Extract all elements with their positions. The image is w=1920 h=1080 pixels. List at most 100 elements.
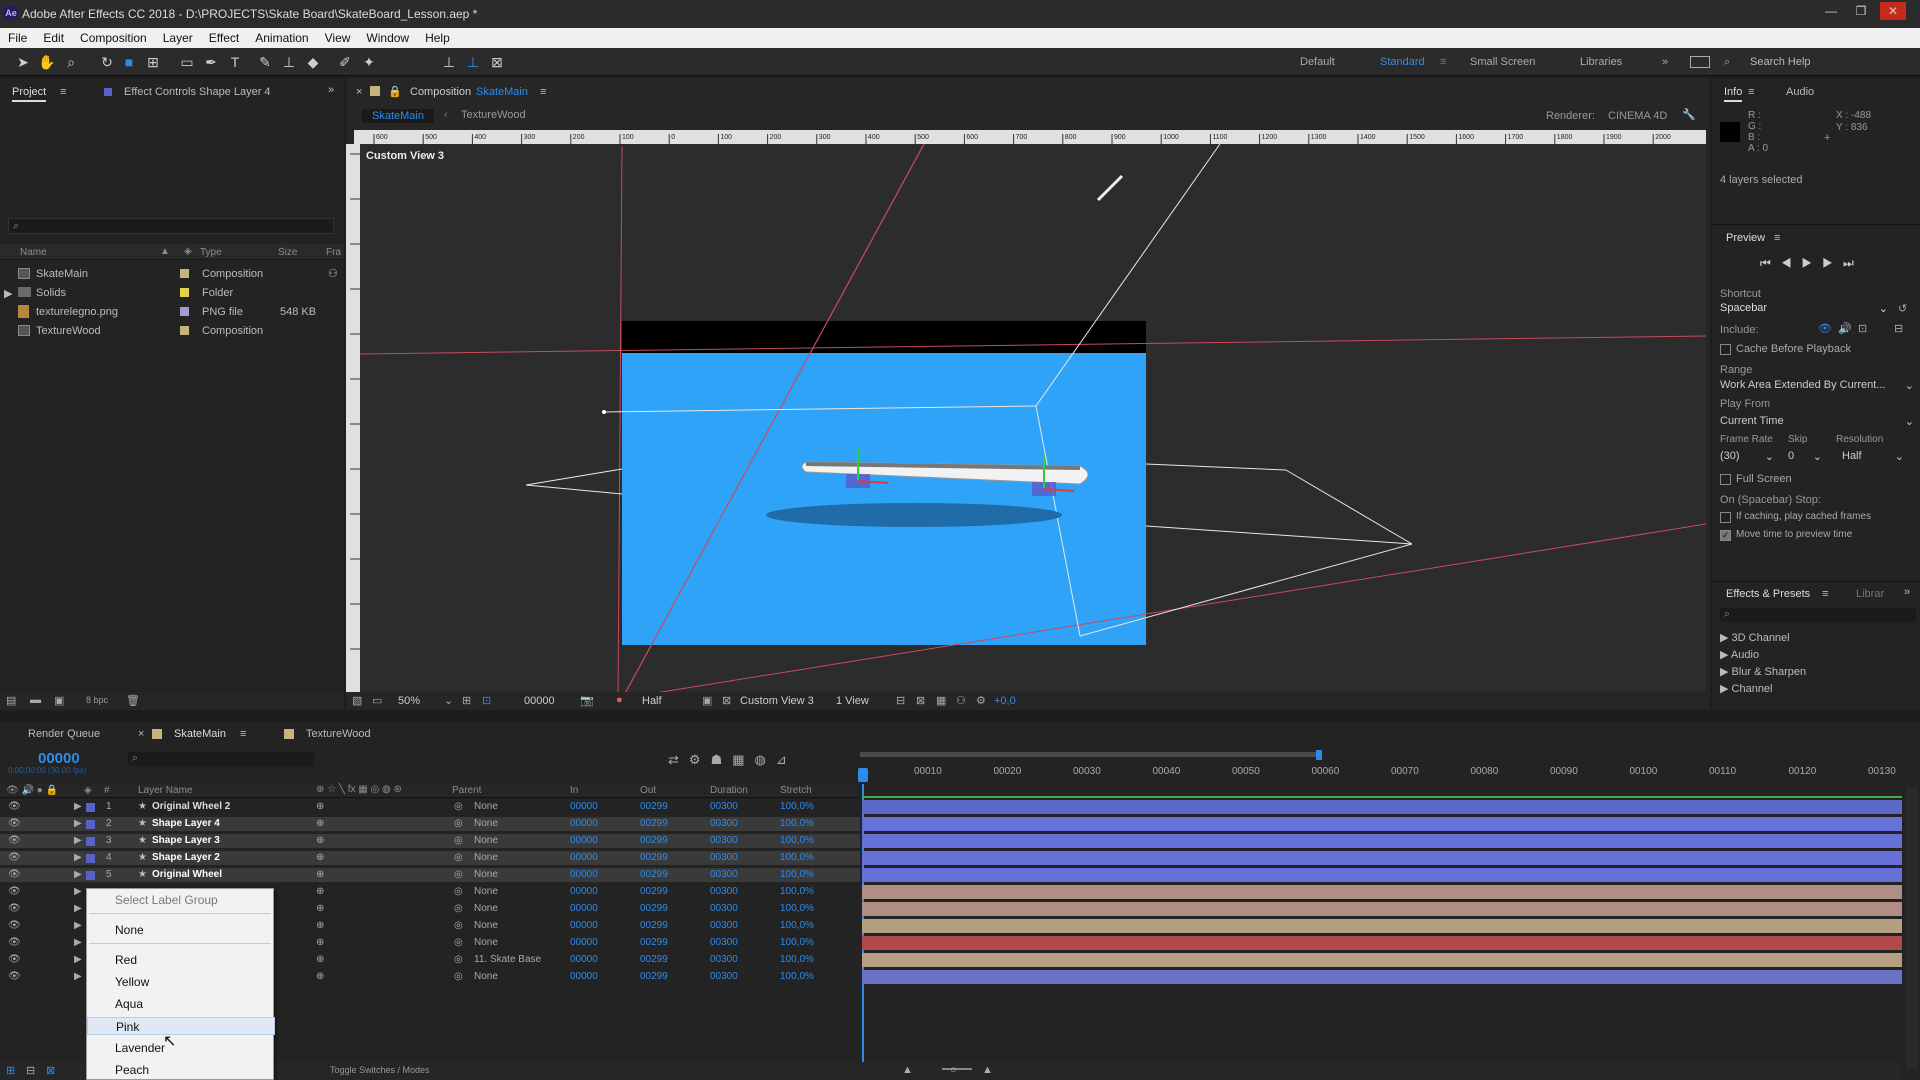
effects-category-channel[interactable]: ▶ Channel (1720, 681, 1806, 698)
pick-whip-icon[interactable]: ◎ (454, 903, 463, 914)
next-frame-icon[interactable]: ▶ (1822, 256, 1843, 270)
clone-stamp-tool-icon[interactable]: ⊥ (280, 53, 298, 71)
3d-view-dropdown[interactable]: Custom View 3 (740, 695, 814, 707)
composition-tab-name[interactable]: SkateMain (476, 86, 528, 98)
pick-whip-icon[interactable]: ◎ (454, 818, 463, 829)
duration[interactable]: 00300 (710, 886, 738, 897)
exposure-value[interactable]: +0,0 (994, 695, 1016, 707)
layer-search-input[interactable]: ⌕ (128, 752, 314, 766)
work-area-bar[interactable] (860, 752, 1320, 757)
external-video-icon[interactable]: ⊟ (1894, 322, 1903, 335)
motion-blur-icon[interactable]: ◍ (755, 752, 776, 767)
local-axis-mode-icon[interactable]: ⊥ (440, 53, 458, 71)
magnification-dropdown[interactable]: 50% (398, 695, 420, 707)
timeline-scrollbar[interactable] (1906, 788, 1918, 1068)
project-item-skatemain[interactable]: SkateMain Composition ⚇ (0, 265, 344, 284)
resolution-dropdown[interactable]: Half ⌄ (1842, 450, 1906, 466)
include-overlays-icon[interactable]: ⊡ (1858, 322, 1867, 335)
visibility-eye-icon[interactable]: 👁 (8, 818, 21, 829)
work-area-end-handle[interactable] (1316, 750, 1322, 760)
out-point[interactable]: 00299 (640, 920, 668, 931)
pan-behind-tool-icon[interactable]: ⊞ (144, 53, 162, 71)
flowchart-icon[interactable]: ⚇ (328, 267, 338, 280)
out-point[interactable]: 00299 (640, 971, 668, 982)
range-dropdown[interactable]: Work Area Extended By Current... ⌄ (1720, 379, 1916, 395)
more-workspaces-icon[interactable]: » (1662, 56, 1668, 68)
bit-depth-button[interactable]: 8 bpc (86, 695, 108, 705)
shy-switch-icon[interactable]: ⊕ (316, 835, 324, 846)
out-point[interactable]: 00299 (640, 903, 668, 914)
type-tool-icon[interactable]: T (226, 53, 244, 71)
shy-switch-icon[interactable]: ⊕ (316, 801, 324, 812)
menu-item-select-label-group[interactable]: Select Label Group (87, 891, 275, 909)
out-point[interactable]: 00299 (640, 801, 668, 812)
menu-window[interactable]: Window (358, 28, 417, 45)
parent-dropdown[interactable]: None (474, 903, 498, 914)
menu-edit[interactable]: Edit (35, 28, 72, 45)
first-frame-icon[interactable]: ⏮ (1760, 256, 1781, 270)
tab-info[interactable]: Info (1724, 86, 1743, 102)
expand-arrow-icon[interactable]: ▶ (74, 801, 82, 812)
out-point[interactable]: 00299 (640, 869, 668, 880)
layer-duration-bar[interactable] (862, 970, 1902, 984)
menu-item-red[interactable]: Red (87, 951, 275, 969)
pick-whip-icon[interactable]: ◎ (454, 852, 463, 863)
shy-switch-icon[interactable]: ⊕ (316, 818, 324, 829)
column-size[interactable]: Size (278, 247, 297, 258)
workspace-menu-icon[interactable]: ≡ (1440, 56, 1446, 68)
frame-blending-icon[interactable]: ▦ (732, 752, 754, 767)
workspace-layout-icon[interactable] (1690, 56, 1710, 68)
new-composition-icon[interactable]: ▣ (54, 694, 64, 707)
duration[interactable]: 00300 (710, 937, 738, 948)
effects-category-blur-sharpen[interactable]: ▶ Blur & Sharpen (1720, 664, 1806, 681)
reset-exposure-icon[interactable]: ⊠ (916, 694, 925, 707)
visibility-eye-icon[interactable]: 👁 (8, 835, 21, 846)
pick-whip-icon[interactable]: ◎ (454, 869, 463, 880)
in-point[interactable]: 00000 (570, 886, 598, 897)
menu-item-peach[interactable]: Peach (87, 1061, 275, 1079)
stretch[interactable]: 100,0% (780, 954, 814, 965)
label-swatch-icon[interactable] (86, 854, 95, 863)
eraser-tool-icon[interactable]: ◆ (304, 53, 322, 71)
parent-dropdown[interactable]: 11. Skate Base (474, 954, 541, 965)
visibility-eye-icon[interactable]: 👁 (8, 920, 21, 931)
parent-dropdown[interactable]: None (474, 971, 498, 982)
play-icon[interactable]: ▶ (1802, 256, 1823, 270)
toggle-pixel-aspect-icon[interactable]: ⊟ (896, 694, 905, 707)
frame-rate-dropdown[interactable]: (30) ⌄ (1720, 450, 1776, 466)
comp-mini-flowchart-icon[interactable]: ⇄ (668, 752, 689, 767)
effects-search-input[interactable]: ⌕ (1720, 608, 1916, 622)
parent-dropdown[interactable]: None (474, 852, 498, 863)
menu-item-none[interactable]: None (87, 921, 275, 939)
layer-row[interactable]: 👁 ▶ 5 Original Wheel ⊕ None 00000 00299 00300 100… (0, 868, 1902, 882)
layer-name[interactable]: Original Wheel 2 (152, 801, 230, 812)
snapshot-view-icon[interactable]: ▭ (372, 694, 382, 707)
color-channels-icon[interactable]: ● (616, 694, 623, 706)
tab-libraries[interactable]: Librar (1856, 588, 1884, 600)
workspace-small-screen[interactable]: Small Screen (1470, 56, 1535, 68)
safe-margins-icon[interactable]: ⊞ (462, 694, 471, 707)
camera-tool-icon[interactable]: ■ (120, 53, 138, 71)
stretch[interactable]: 100,0% (780, 903, 814, 914)
in-point[interactable]: 00000 (570, 818, 598, 829)
stretch[interactable]: 100,0% (780, 869, 814, 880)
graph-editor-icon[interactable]: ⊿ (776, 752, 797, 767)
in-point[interactable]: 00000 (570, 937, 598, 948)
menu-item-pink[interactable]: Pink (87, 1017, 275, 1035)
layer-row[interactable]: 👁 ▶ 1 Original Wheel 2 ⊕ None 00000 00299 00300 1… (0, 800, 1902, 814)
fast-previews-icon[interactable]: ⊠ (722, 694, 731, 707)
time-ruler[interactable]: 00010 00020 00030 00040 00050 00060 00070 00080… (858, 750, 1902, 798)
duration[interactable]: 00300 (710, 835, 738, 846)
menu-item-aqua[interactable]: Aqua (87, 995, 275, 1013)
shy-layers-icon[interactable]: ☗ (711, 752, 733, 767)
workspace-standard[interactable]: Standard (1380, 56, 1425, 68)
menu-animation[interactable]: Animation (247, 28, 316, 45)
tab-render-queue[interactable]: Render Queue (28, 728, 100, 740)
pick-whip-icon[interactable]: ◎ (454, 920, 463, 931)
menu-effect[interactable]: Effect (201, 28, 247, 45)
column-type[interactable]: Type (200, 247, 222, 258)
close-tab-icon[interactable]: × (138, 728, 144, 740)
shortcut-dropdown[interactable]: Spacebar ⌄ (1720, 302, 1890, 318)
menu-item-yellow[interactable]: Yellow (87, 973, 275, 991)
menu-view[interactable]: View (317, 28, 359, 45)
